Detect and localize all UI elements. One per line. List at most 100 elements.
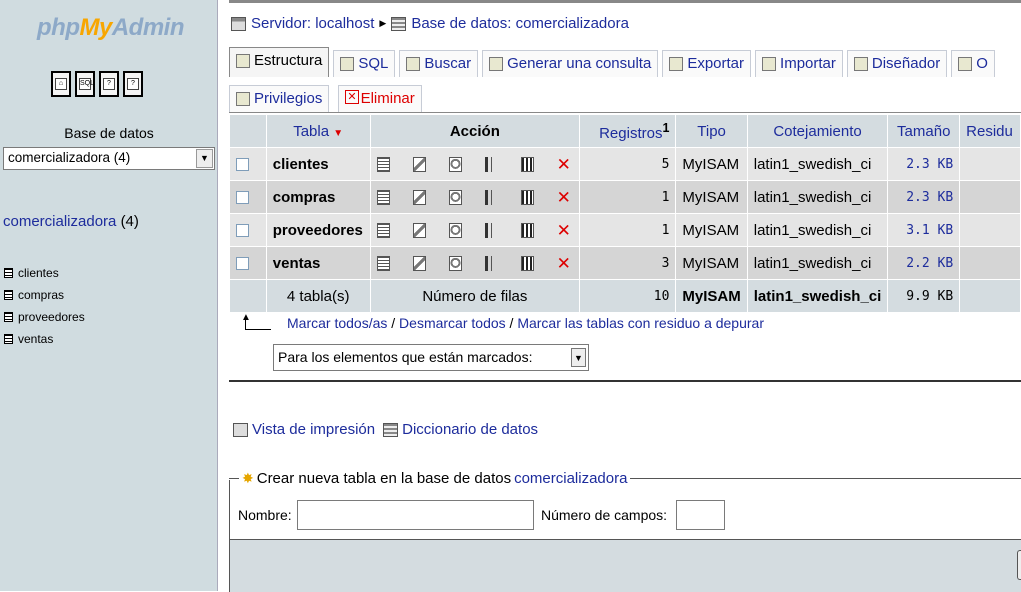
table-icon[interactable]: [4, 334, 13, 344]
row-size[interactable]: 3.1 KB: [888, 214, 960, 246]
tab-bar-primary: Estructura SQL Buscar Generar una consul…: [229, 47, 995, 77]
browse-icon[interactable]: [376, 222, 390, 238]
database-select[interactable]: comercializadora (4) ▼: [3, 147, 215, 170]
row-size[interactable]: 2.3 KB: [888, 181, 960, 213]
header-cotejamiento[interactable]: Cotejamiento: [747, 115, 888, 147]
breadcrumb-server[interactable]: Servidor: localhost: [251, 15, 374, 32]
insert-icon[interactable]: [484, 156, 498, 172]
row-checkbox[interactable]: [236, 224, 249, 238]
structure-icon[interactable]: [412, 222, 426, 238]
tab-buscar[interactable]: Buscar: [399, 50, 479, 77]
search-icon[interactable]: [448, 255, 462, 271]
check-overhead-link[interactable]: Marcar las tablas con residuo a depurar: [517, 315, 764, 331]
sql-query-icon[interactable]: SQL: [75, 71, 95, 97]
tab-disenador[interactable]: Diseñador: [846, 50, 948, 77]
structure-icon[interactable]: [412, 189, 426, 205]
chevron-down-icon[interactable]: ▼: [196, 149, 213, 168]
header-tamano[interactable]: Tamaño: [888, 115, 960, 147]
footer-overhead: [960, 280, 1020, 312]
left-table-item[interactable]: ventas: [4, 328, 85, 350]
left-table-item[interactable]: proveedores: [4, 306, 85, 328]
with-selected-select[interactable]: Para los elementos que están marcados: ▼: [273, 344, 589, 371]
structure-icon[interactable]: [412, 255, 426, 271]
field-count-input[interactable]: [676, 500, 725, 530]
go-button[interactable]: [1017, 550, 1021, 580]
drop-icon[interactable]: ✕: [557, 222, 571, 239]
row-checkbox[interactable]: [236, 158, 249, 172]
left-table-label[interactable]: ventas: [18, 332, 53, 346]
drop-icon[interactable]: ✕: [557, 255, 571, 272]
row-checkbox[interactable]: [236, 257, 249, 271]
left-table-item[interactable]: clientes: [4, 262, 85, 284]
uncheck-all-link[interactable]: Desmarcar todos: [399, 315, 506, 331]
query-window-icon[interactable]: ?: [99, 71, 119, 97]
field-count-label: Número de campos:: [541, 507, 668, 523]
chevron-down-icon[interactable]: ▼: [571, 348, 586, 367]
structure-icon[interactable]: [412, 156, 426, 172]
left-table-label[interactable]: proveedores: [18, 310, 85, 324]
home-icon[interactable]: ⌂: [51, 71, 71, 97]
header-tipo[interactable]: Tipo: [676, 115, 747, 147]
phpmyadmin-logo[interactable]: phpMyAdmin: [37, 14, 185, 42]
tab-generar-consulta[interactable]: Generar una consulta: [482, 50, 659, 77]
insert-icon[interactable]: [484, 255, 498, 271]
tab-operaciones[interactable]: O: [951, 50, 995, 77]
print-icon[interactable]: [233, 422, 248, 437]
row-table-name[interactable]: clientes: [266, 148, 370, 180]
browse-icon[interactable]: [376, 255, 390, 271]
dictionary-icon[interactable]: [383, 422, 399, 437]
data-dictionary-link[interactable]: Diccionario de datos: [402, 421, 538, 438]
left-table-label[interactable]: clientes: [18, 266, 59, 280]
drop-icon[interactable]: ✕: [557, 189, 571, 206]
row-checkbox[interactable]: [236, 191, 249, 205]
header-tabla[interactable]: Tabla ▼: [266, 115, 370, 147]
search-icon[interactable]: [448, 222, 462, 238]
row-overhead: [960, 148, 1020, 180]
insert-icon[interactable]: [484, 189, 498, 205]
row-table-name[interactable]: ventas: [266, 247, 370, 279]
empty-icon[interactable]: [520, 255, 534, 271]
header-registros[interactable]: Registros1: [580, 115, 676, 147]
tab-privilegios[interactable]: Privilegios: [229, 85, 330, 112]
table-icon[interactable]: [4, 290, 13, 300]
tab-sql[interactable]: SQL: [333, 50, 396, 77]
header-residuo[interactable]: Residu: [960, 115, 1020, 147]
quick-access-icons: ⌂ SQL ? ?: [51, 71, 143, 97]
breadcrumb-database[interactable]: Base de datos: comercializadora: [411, 15, 629, 32]
row-table-name[interactable]: proveedores: [266, 214, 370, 246]
footer-collation: latin1_swedish_ci: [747, 280, 888, 312]
tab-importar[interactable]: Importar: [755, 50, 843, 77]
search-icon[interactable]: [448, 156, 462, 172]
browse-icon[interactable]: [376, 156, 390, 172]
drop-icon[interactable]: ✕: [557, 156, 571, 173]
sort-desc-icon[interactable]: ▼: [333, 128, 343, 139]
empty-icon[interactable]: [520, 222, 534, 238]
row-records: 1: [580, 181, 676, 213]
left-table-label[interactable]: compras: [18, 288, 64, 302]
database-link[interactable]: comercializadora (4): [3, 213, 139, 230]
browse-icon[interactable]: [376, 189, 390, 205]
row-actions: ✕: [370, 181, 580, 213]
row-size[interactable]: 2.3 KB: [888, 148, 960, 180]
create-table-footer: [229, 539, 1021, 592]
arrow-up-icon: ▲: [241, 312, 275, 332]
table-icon[interactable]: [4, 312, 13, 322]
empty-icon[interactable]: [520, 156, 534, 172]
insert-icon[interactable]: [484, 222, 498, 238]
table-name-input[interactable]: [297, 500, 534, 530]
tab-exportar[interactable]: Exportar: [662, 50, 752, 77]
docs-icon[interactable]: ?: [123, 71, 143, 97]
row-table-name[interactable]: compras: [266, 181, 370, 213]
print-view-link[interactable]: Vista de impresión: [252, 421, 375, 438]
tab-eliminar[interactable]: ✕ Eliminar: [338, 85, 422, 112]
header-registros-label[interactable]: Registros: [599, 125, 662, 142]
tab-estructura[interactable]: Estructura: [229, 47, 330, 77]
left-table-item[interactable]: compras: [4, 284, 85, 306]
create-legend-db[interactable]: comercializadora: [514, 470, 627, 487]
check-all-link[interactable]: Marcar todos/as: [287, 315, 387, 331]
table-icon[interactable]: [4, 268, 13, 278]
empty-icon[interactable]: [520, 189, 534, 205]
row-size[interactable]: 2.2 KB: [888, 247, 960, 279]
search-icon[interactable]: [448, 189, 462, 205]
header-tabla-label[interactable]: Tabla: [293, 123, 329, 140]
